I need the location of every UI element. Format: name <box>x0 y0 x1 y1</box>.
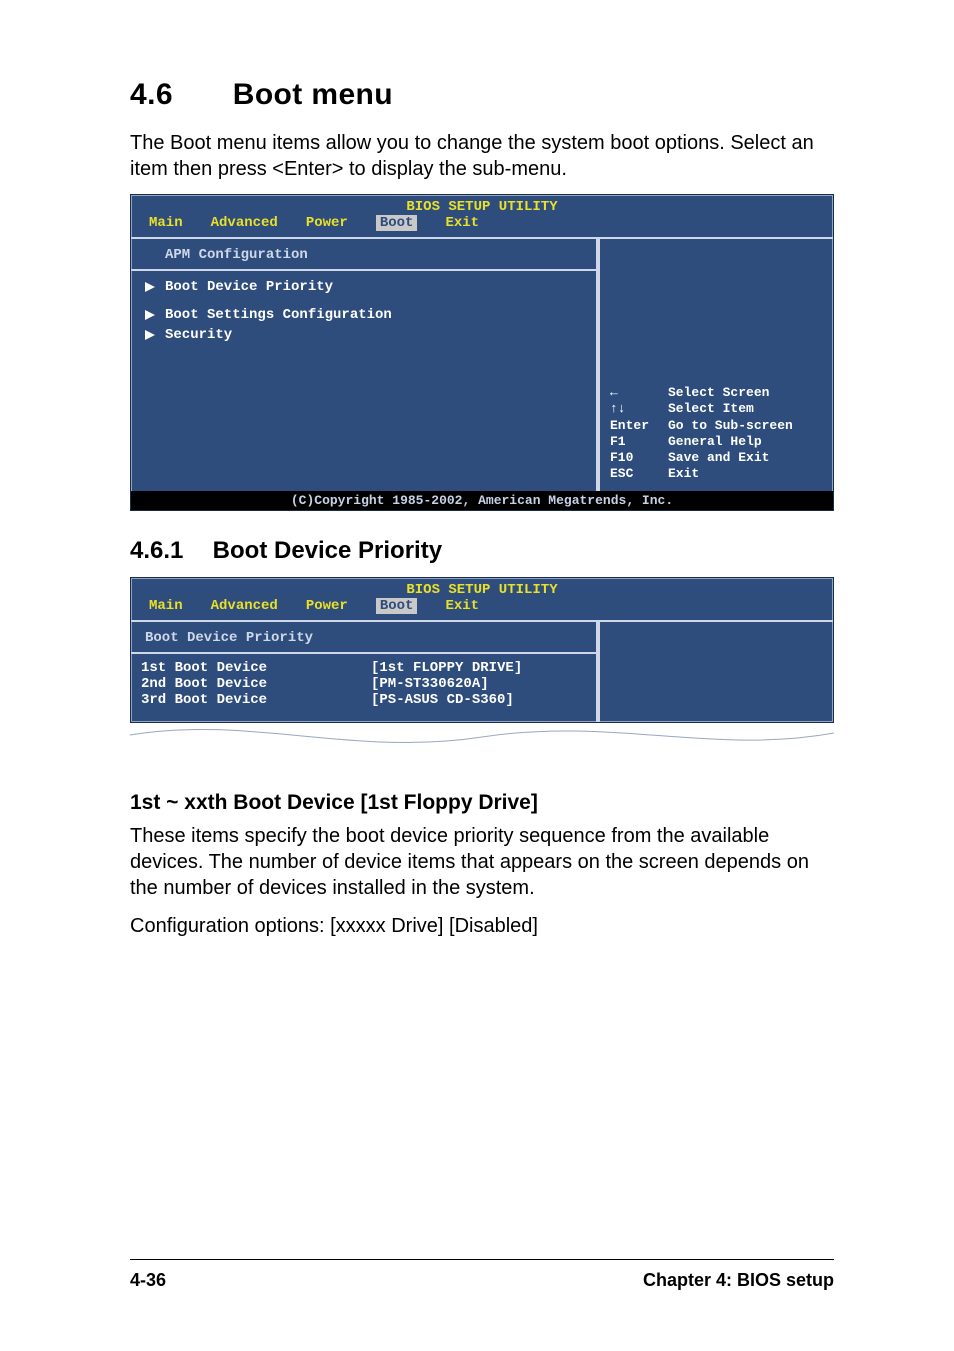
help-key: F1 <box>610 434 656 450</box>
help-row: ↑↓ Select Item <box>610 401 823 417</box>
bios-kv-val: [PS-ASUS CD-S360] <box>371 692 514 708</box>
left-arrow-icon: ← <box>610 385 656 401</box>
help-row: ESC Exit <box>610 466 823 482</box>
bios-kv-row: 3rd Boot Device [PS-ASUS CD-S360] <box>141 692 586 708</box>
bios-item-label: Boot Device Priority <box>165 279 333 295</box>
help-key: ESC <box>610 466 656 482</box>
help-label: General Help <box>668 434 762 450</box>
bios-screenshot-boot-menu: BIOS SETUP UTILITY Main Advanced Power B… <box>130 194 834 511</box>
bios-kv-key: 1st Boot Device <box>141 660 371 676</box>
help-row: F1 General Help <box>610 434 823 450</box>
bios-panel-header: APM Configuration <box>141 245 586 265</box>
help-label: Select Item <box>668 401 754 417</box>
bios-title: BIOS SETUP UTILITY <box>131 195 833 215</box>
help-label: Select Screen <box>668 385 769 401</box>
help-row: F10 Save and Exit <box>610 450 823 466</box>
submenu-arrow-icon <box>145 282 155 292</box>
help-label: Go to Sub-screen <box>668 418 793 434</box>
bios-tab-boot: Boot <box>376 215 418 231</box>
bios-kv-key: 2nd Boot Device <box>141 676 371 692</box>
bios-kv-row: 2nd Boot Device [PM-ST330620A] <box>141 676 586 692</box>
section-heading: 4.6 Boot menu <box>130 78 834 112</box>
bios-tab-advanced: Advanced <box>211 598 278 614</box>
bios-tab-main: Main <box>149 598 183 614</box>
help-key: Enter <box>610 418 656 434</box>
bios-item-label: Security <box>165 327 232 343</box>
bios-left-panel: Boot Device Priority 1st Boot Device [1s… <box>131 622 598 722</box>
bios-kv-key: 3rd Boot Device <box>141 692 371 708</box>
bios-item-label: Boot Settings Configuration <box>165 307 392 323</box>
help-row: Enter Go to Sub-screen <box>610 418 823 434</box>
bios-item-boot-device-priority: Boot Device Priority <box>141 277 586 297</box>
bios-left-panel: APM Configuration Boot Device Priority B… <box>131 239 598 491</box>
bios-title: BIOS SETUP UTILITY <box>131 578 833 598</box>
updown-arrow-icon: ↑↓ <box>610 401 656 417</box>
help-row: ← Select Screen <box>610 385 823 401</box>
bios-kv-val: [PM-ST330620A] <box>371 676 489 692</box>
torn-edge-decoration <box>130 725 834 761</box>
page-number: 4-36 <box>130 1270 166 1291</box>
bios-tab-advanced: Advanced <box>211 215 278 231</box>
bios-screenshot-boot-device-priority: BIOS SETUP UTILITY Main Advanced Power B… <box>130 577 834 723</box>
bios-tab-boot: Boot <box>376 598 418 614</box>
subsection-number: 4.6.1 <box>130 537 206 565</box>
help-label: Exit <box>668 466 699 482</box>
chapter-label: Chapter 4: BIOS setup <box>643 1270 834 1291</box>
bios-item-boot-settings-config: Boot Settings Configuration <box>141 305 586 325</box>
bios-help-panel: ← Select Screen ↑↓ Select Item Enter Go … <box>598 239 833 491</box>
submenu-arrow-icon <box>145 330 155 340</box>
bios-tab-main: Main <box>149 215 183 231</box>
subsection-heading: 4.6.1 Boot Device Priority <box>130 537 834 565</box>
bios-tab-exit: Exit <box>445 598 479 614</box>
intro-paragraph: The Boot menu items allow you to change … <box>130 130 834 182</box>
bios-tab-power: Power <box>306 598 348 614</box>
bios-tab-power: Power <box>306 215 348 231</box>
bios-tab-exit: Exit <box>445 215 479 231</box>
subsection-title: Boot Device Priority <box>213 537 442 564</box>
bios-tab-bar: Main Advanced Power Boot Exit <box>131 598 833 620</box>
bios-copyright: (C)Copyright 1985-2002, American Megatre… <box>131 491 833 510</box>
bios-help-panel <box>598 622 833 722</box>
bios-kv-row: 1st Boot Device [1st FLOPPY DRIVE] <box>141 660 586 676</box>
config-options-line: Configuration options: [xxxxx Drive] [Di… <box>130 913 834 939</box>
help-label: Save and Exit <box>668 450 769 466</box>
subsubsection-heading: 1st ~ xxth Boot Device [1st Floppy Drive… <box>130 791 834 815</box>
bios-tab-bar: Main Advanced Power Boot Exit <box>131 215 833 237</box>
submenu-arrow-icon <box>145 310 155 320</box>
help-key: F10 <box>610 450 656 466</box>
bios-kv-val: [1st FLOPPY DRIVE] <box>371 660 522 676</box>
description-paragraph: These items specify the boot device prio… <box>130 823 834 901</box>
page-footer: 4-36 Chapter 4: BIOS setup <box>130 1259 834 1291</box>
section-title: Boot menu <box>233 78 393 111</box>
section-number: 4.6 <box>130 78 224 112</box>
bios-panel-header: Boot Device Priority <box>141 628 586 648</box>
bios-item-security: Security <box>141 325 586 345</box>
